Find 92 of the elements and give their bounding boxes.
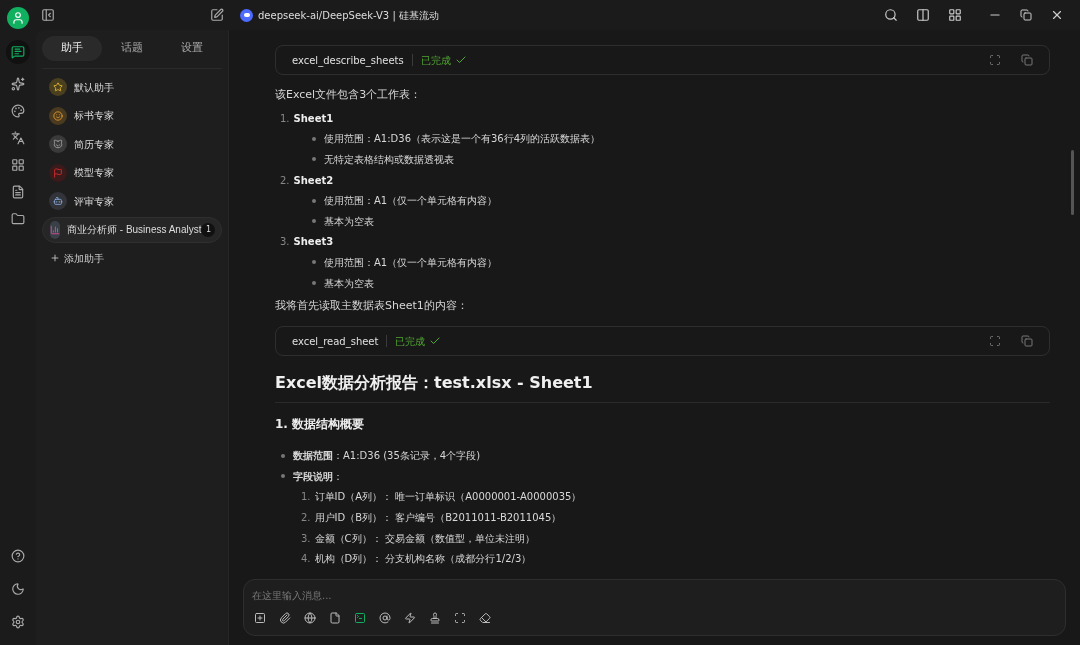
list-number: 3. [301,531,311,546]
list-number: 1. [280,111,290,126]
collapse-sidebar-icon[interactable] [41,8,55,22]
close-icon[interactable] [1050,8,1064,22]
list-item-text: 使用范围：A1:D36（表示这是一个有36行4列的活跃数据表） [324,132,601,147]
assistant-item[interactable]: 简历专家 [42,131,222,157]
terminal-icon[interactable] [354,612,366,624]
apps-grid-icon[interactable] [11,158,25,172]
list-number: 2. [301,510,311,525]
list-item-text: 使用范围：A1（仅一个单元格有内容） [324,255,498,270]
sidebar-tab[interactable]: 助手 [42,36,102,61]
assistant-avatar [49,78,67,96]
assistant-avatar [49,135,67,153]
user-avatar[interactable] [7,7,29,29]
paperclip-icon[interactable] [279,612,291,624]
settings-icon[interactable] [11,615,25,629]
list-item-text: 基本为空表 [324,276,374,291]
palette-icon[interactable] [11,104,25,118]
chat-nav-button[interactable] [6,40,30,64]
assistant-avatar [49,192,67,210]
list-item-text: 无特定表格结构或数据透视表 [324,153,454,167]
copy-icon[interactable] [1021,335,1033,348]
plus-icon [50,253,60,263]
assistant-name: 评审专家 [74,194,114,209]
tool-name: excel_read_sheet [292,334,379,349]
document-icon[interactable] [11,185,25,199]
sidebar-tab[interactable]: 话题 [102,36,162,61]
assistant-item[interactable]: 标书专家 [42,102,222,129]
check-icon [454,54,467,66]
model-logo-icon [240,8,253,22]
list-item-text: 用户ID（B列）： 客户编号（B2011011-B2011045） [314,510,562,525]
list-item-text: 字段说明： [293,469,343,484]
message-input-field[interactable]: 在这里输入消息... [243,579,1066,636]
lightning-icon[interactable] [404,612,416,624]
list-item-text: 订单ID（A列）： 唯一订单标识（A0000001-A0000035） [314,490,582,505]
stamp-icon[interactable] [429,612,441,624]
expand-icon[interactable] [454,612,466,624]
assistant-item[interactable]: 模型专家 [42,159,222,186]
status-label: 已完成 [420,53,451,68]
assistant-avatar [49,163,67,182]
list-number: 3. [280,235,290,250]
list-item-text: 使用范围：A1（仅一个单元格有内容） [324,194,498,209]
search-icon[interactable] [884,8,898,22]
assistant-item[interactable]: 默认助手 [42,74,222,100]
sheet-title: Sheet1 [293,111,334,126]
file-icon[interactable] [329,612,341,624]
eraser-icon[interactable] [479,612,491,624]
new-topic-icon[interactable] [254,612,266,624]
split-view-icon[interactable] [916,8,930,22]
scrollbar-thumb[interactable] [1071,150,1074,215]
status-label: 已完成 [395,334,426,349]
list-number: 1. [301,490,311,505]
assistant-name: 模型专家 [74,166,114,180]
assistant-name: 商业分析师 - Business Analyst [67,223,202,237]
sheet-title: Sheet2 [293,173,334,188]
window-title: deepseek-ai/DeepSeek-V3 | 硅基流动 [258,8,439,23]
paragraph-text: 我将首先读取主数据表Sheet1的内容： [275,298,468,315]
at-sign-icon[interactable] [379,612,391,624]
expand-icon[interactable] [989,335,1001,348]
folder-icon[interactable] [11,212,25,226]
moon-icon[interactable] [11,582,25,596]
sidebar-tab[interactable]: 设置 [162,36,222,61]
list-number: 4. [301,552,311,567]
assistant-avatar [50,220,60,239]
add-assistant-button[interactable]: 添加助手 [42,245,112,271]
copy-icon[interactable] [1021,54,1033,66]
paragraph-text: 该Excel文件包含3个工作表： [275,86,422,103]
chat-icon [11,45,25,59]
new-chat-icon[interactable] [210,8,224,22]
tool-name: excel_describe_sheets [292,53,404,68]
assistant-name: 默认助手 [74,80,114,95]
translate-icon[interactable] [11,131,25,145]
list-item-text: 数据范围：A1:D36 (35条记录，4个字段) [293,449,481,464]
list-number: 2. [280,173,290,188]
help-icon[interactable] [11,549,25,563]
expand-icon[interactable] [989,54,1001,66]
report-heading: Excel数据分析报告：test.xlsx - Sheet1 [275,371,593,394]
assistant-name: 简历专家 [74,137,114,152]
count-badge: 1 [201,222,216,237]
grid-icon[interactable] [948,8,962,22]
assistant-item[interactable]: 评审专家 [42,188,222,214]
restore-icon[interactable] [1020,9,1032,21]
list-item-text: 机构（D列）： 分支机构名称（成都分行1/2/3） [314,552,532,567]
globe-icon[interactable] [304,612,316,624]
assistant-name: 标书专家 [74,109,114,123]
section-heading: 1. 数据结构概要 [275,416,365,434]
list-item-text: 基本为空表 [324,214,374,229]
sheet-title: Sheet3 [293,235,334,250]
list-item-text: 金额（C列）： 交易金额（数值型，单位未注明） [314,531,535,546]
assistant-avatar [49,106,67,125]
assistant-item[interactable]: 商业分析师 - Business Analyst 1 [42,216,222,243]
sparkle-icon[interactable] [11,77,25,91]
